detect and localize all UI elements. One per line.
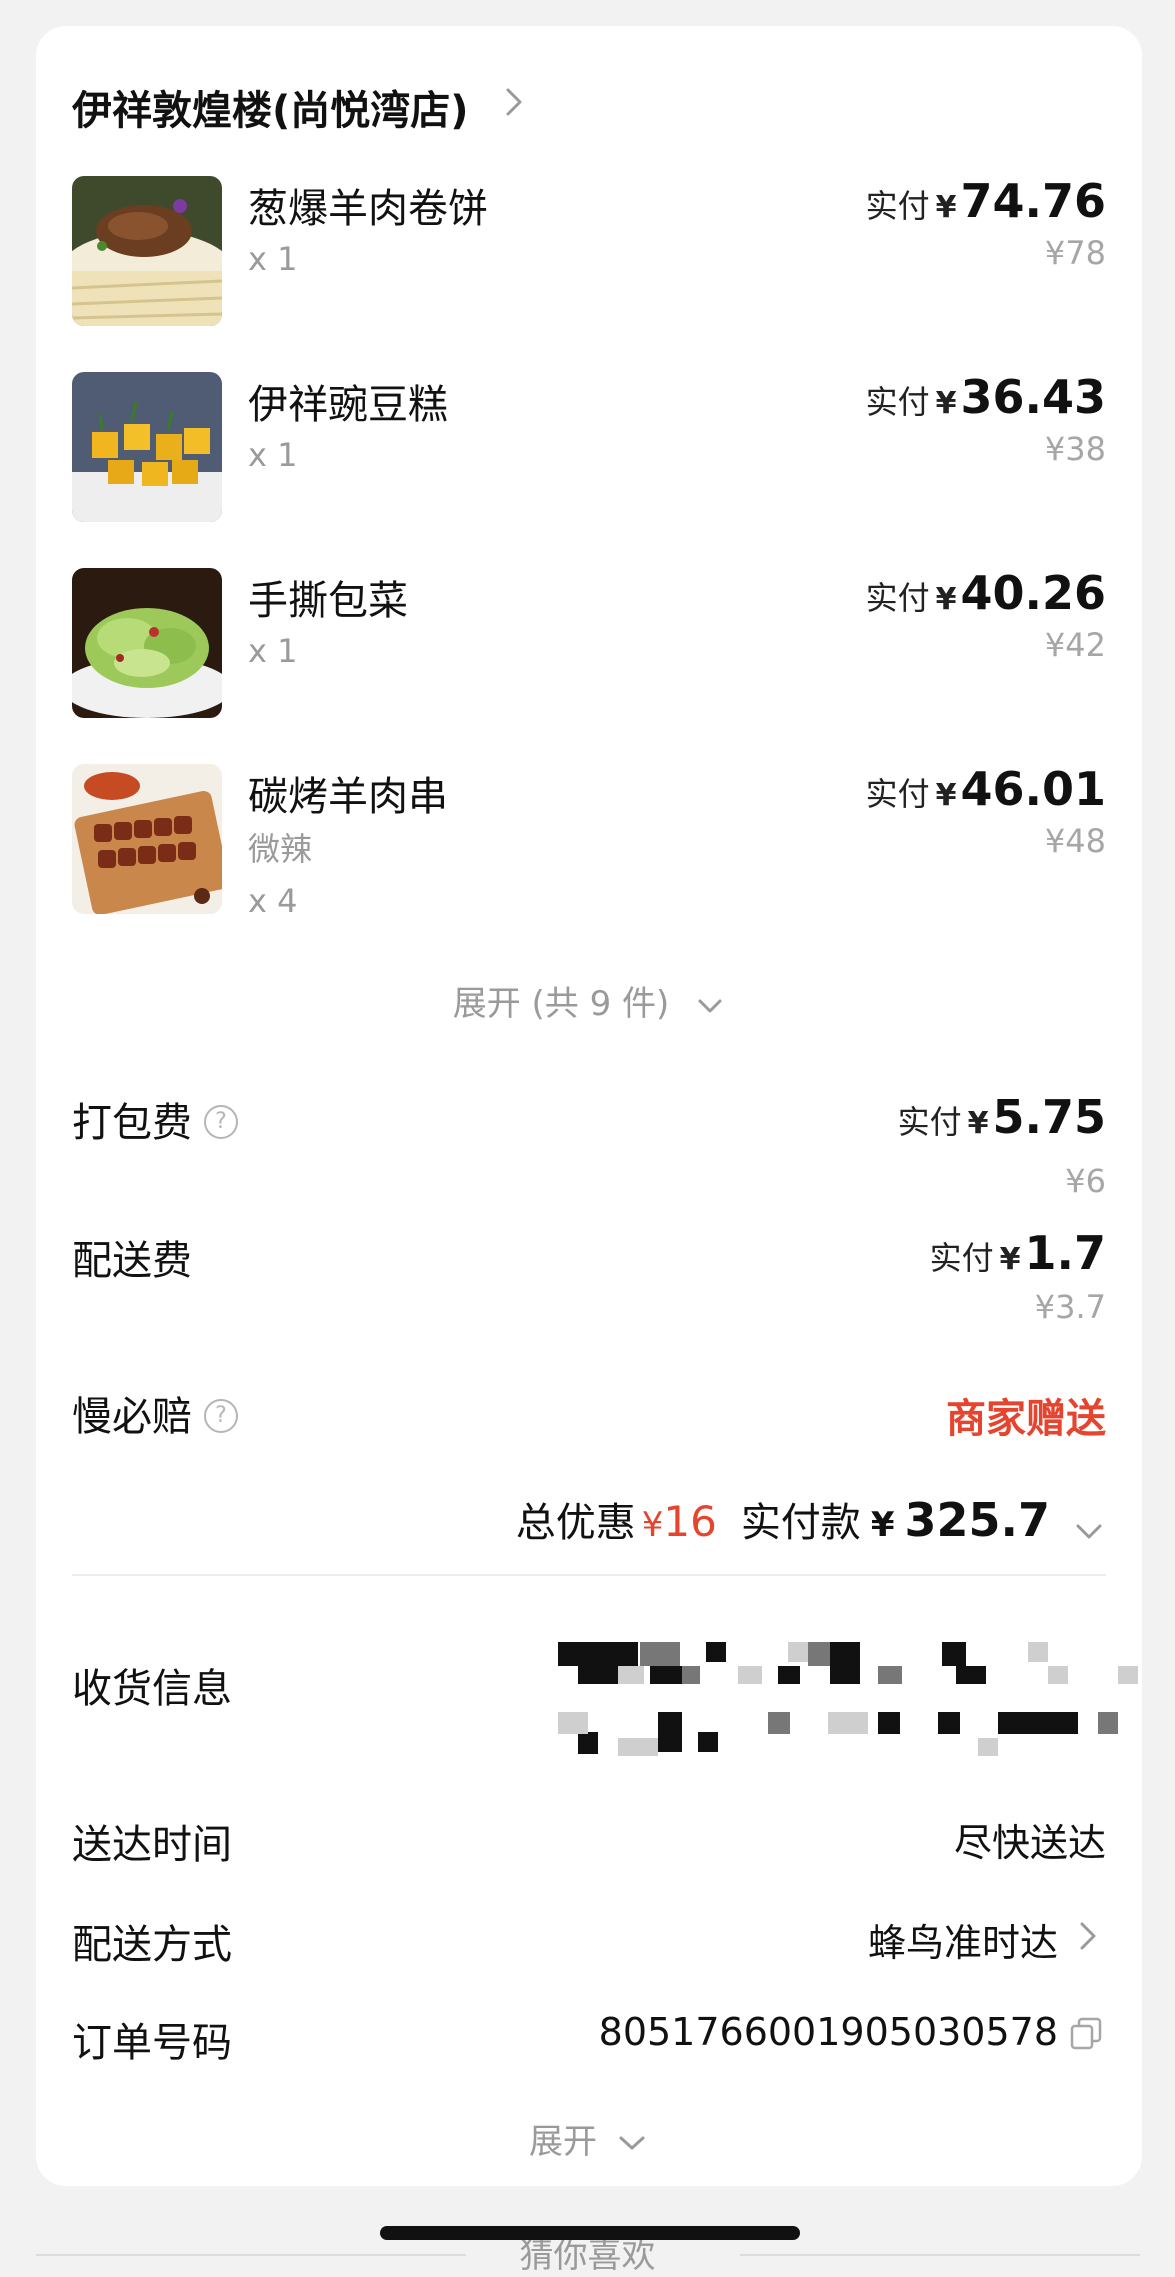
yen-symbol: ¥ [935, 190, 957, 225]
paid-amount: 5.75 [992, 1090, 1107, 1144]
shop-name[interactable]: 伊祥敦煌楼(尚悦湾店) [72, 78, 469, 136]
item-original-price: ¥48 [1044, 822, 1106, 860]
total-paid-amount: 325.7 [904, 1493, 1050, 1547]
item-image-lamb-wrap[interactable] [72, 176, 222, 326]
help-icon[interactable]: ? [204, 1399, 238, 1433]
expand-more-label: 展开 [529, 2122, 597, 2162]
item-paid-price: 实付 ¥40.26 [866, 566, 1106, 620]
delivery-time-value: 尽快送达 [953, 1821, 1106, 1865]
paid-label: 实付 [865, 775, 930, 813]
item-name: 伊祥豌豆糕 [248, 382, 448, 428]
item-quantity: x 4 [248, 882, 298, 920]
delivery-method-label: 配送方式 [72, 1922, 232, 1968]
item-name: 手撕包菜 [248, 578, 408, 624]
packaging-fee-label: 打包费? [72, 1090, 238, 1148]
item-original-price: ¥38 [1044, 430, 1106, 468]
paid-amount: 40.26 [960, 566, 1106, 620]
chevron-down-icon [1076, 1524, 1102, 1538]
item-image-lamb-skewer[interactable] [72, 764, 222, 914]
total-discount-amount: 16 [663, 1497, 717, 1546]
lamb-wrap-photo-icon [72, 176, 222, 326]
packaging-fee-paid: 实付 ¥5.75 [898, 1090, 1106, 1144]
copy-icon[interactable] [1066, 2014, 1106, 2054]
item-paid-price: 实付 ¥74.76 [866, 174, 1106, 228]
item-quantity: x 1 [248, 240, 298, 278]
help-icon[interactable]: ? [204, 1105, 238, 1139]
item-name: 葱爆羊肉卷饼 [248, 186, 488, 232]
delivery-method-value[interactable]: 蜂鸟准时达 [868, 1912, 1058, 1967]
cabbage-photo-icon [72, 568, 222, 718]
expand-items-toggle[interactable]: 展开 (共 9 件) [36, 976, 1142, 1025]
paid-label: 实付 [929, 1239, 994, 1277]
delivery-time-label: 送达时间 [72, 1822, 232, 1868]
packaging-fee-text: 打包费 [72, 1100, 192, 1146]
item-paid-price: 实付 ¥46.01 [866, 762, 1106, 816]
item-image-cabbage[interactable] [72, 568, 222, 718]
expand-items-label: 展开 (共 9 件) [452, 984, 670, 1024]
pea-cake-photo-icon [72, 372, 222, 522]
delivery-fee-label: 配送费 [72, 1238, 192, 1284]
paid-amount: 74.76 [960, 174, 1106, 228]
chevron-down-icon [698, 999, 722, 1012]
late-guarantee-text: 慢必赔 [72, 1394, 192, 1440]
yen-symbol: ¥ [935, 386, 957, 421]
item-name: 碳烤羊肉串 [248, 774, 448, 820]
item-quantity: x 1 [248, 436, 298, 474]
late-guarantee-value: 商家赠送 [946, 1396, 1106, 1442]
paid-label: 实付 [897, 1103, 962, 1141]
chevron-down-icon [619, 2136, 645, 2149]
chevron-right-icon[interactable] [1070, 1916, 1106, 1956]
packaging-fee-original: ¥6 [1065, 1162, 1106, 1200]
receiver-info-label: 收货信息 [72, 1666, 232, 1712]
expand-more-toggle[interactable]: 展开 [36, 2114, 1142, 2163]
order-number-value: 8051766001905030578 [598, 2010, 1058, 2054]
paid-label: 实付 [865, 187, 930, 225]
home-indicator[interactable] [380, 2226, 800, 2240]
total-discount-label: 总优惠 [515, 1500, 636, 1546]
delivery-fee-paid: 实付 ¥1.7 [930, 1226, 1106, 1280]
redacted-address-mosaic [558, 1642, 1138, 1756]
item-paid-price: 实付 ¥36.43 [866, 370, 1106, 424]
yen-symbol: ¥ [967, 1106, 989, 1141]
yen-symbol: ¥ [999, 1242, 1021, 1277]
chevron-right-icon[interactable] [498, 82, 532, 122]
section-divider [72, 1574, 1106, 1576]
item-original-price: ¥42 [1044, 626, 1106, 664]
item-original-price: ¥78 [1044, 234, 1106, 272]
total-paid-label: 实付款 [740, 1500, 861, 1546]
order-detail-card: 伊祥敦煌楼(尚悦湾店) 葱爆羊肉卷饼 x 1 实付 ¥74.76 ¥78 伊祥豌… [36, 26, 1142, 2186]
yen-symbol: ¥ [935, 582, 957, 617]
paid-label: 实付 [865, 383, 930, 421]
item-image-pea-cake[interactable] [72, 372, 222, 522]
order-number-label: 订单号码 [72, 2020, 232, 2066]
delivery-fee-original: ¥3.7 [1034, 1288, 1106, 1326]
item-spec: 微辣 [248, 830, 313, 868]
paid-amount: 36.43 [960, 370, 1106, 424]
late-guarantee-label: 慢必赔? [72, 1384, 238, 1442]
lamb-skewer-photo-icon [72, 764, 222, 914]
yen-symbol: ¥ [641, 1505, 664, 1545]
item-quantity: x 1 [248, 632, 298, 670]
yen-symbol: ¥ [935, 778, 957, 813]
paid-amount: 1.7 [1024, 1226, 1107, 1280]
order-summary[interactable]: 总优惠 ¥16 实付款 ¥325.7 [516, 1490, 1106, 1548]
paid-amount: 46.01 [960, 762, 1106, 816]
paid-label: 实付 [865, 579, 930, 617]
yen-symbol: ¥ [870, 1505, 895, 1545]
